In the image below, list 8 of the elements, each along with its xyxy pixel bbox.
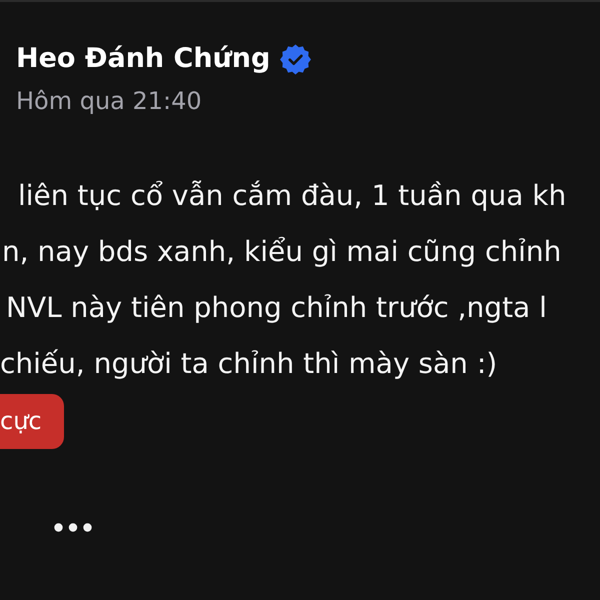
tag-chip[interactable]: cực bbox=[0, 394, 64, 449]
author-name: Heo Đánh Chứng bbox=[16, 42, 270, 76]
post-text-line: liên tục cổ vẫn cắm đàu, 1 tuần qua kh bbox=[17, 180, 566, 212]
post-text-line: NVL này tiên phong chỉnh trước ,ngta l bbox=[5, 292, 547, 324]
more-icon[interactable] bbox=[54, 523, 92, 532]
post-text-line: n, nay bds xanh, kiểu gì mai cũng chỉnh bbox=[1, 236, 562, 268]
post-timestamp: Hôm qua 21:40 bbox=[16, 86, 202, 116]
post-text-line: chiếu, người ta chỉnh thì mày sàn :) bbox=[0, 348, 498, 380]
